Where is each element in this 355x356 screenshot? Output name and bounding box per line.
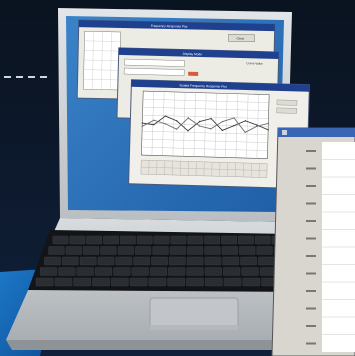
keyboard-key	[100, 246, 117, 255]
keyboard-key	[256, 246, 273, 255]
display-mode-field[interactable]	[124, 58, 185, 67]
tick-label-mark	[306, 325, 316, 327]
keyboard-key	[110, 277, 129, 287]
keyboard-key	[241, 267, 259, 276]
keyboard-key	[86, 235, 103, 245]
keyboard-key	[133, 256, 150, 266]
keyboard-key	[222, 256, 240, 266]
tick-label-mark	[306, 202, 316, 205]
keyboard-key	[254, 235, 271, 245]
keyboard-key	[153, 235, 170, 245]
keyboard-key	[187, 235, 204, 245]
keyboard-key	[135, 246, 152, 255]
keyboard-key	[54, 277, 73, 287]
keyboard-key	[221, 235, 237, 245]
window-title-frequency: Frequency Response Plot	[151, 24, 188, 29]
keyboard-key	[136, 235, 153, 245]
keyboard-key	[240, 256, 257, 266]
window-title-display-mode: Display Mode	[183, 52, 203, 57]
keyboard-key	[44, 256, 61, 266]
keyboard-key	[94, 267, 112, 276]
keyboard-key	[58, 267, 76, 276]
keyboard-key	[115, 256, 133, 266]
keyboard-key	[204, 277, 223, 287]
keyboard-key	[131, 267, 149, 276]
keyboard-key	[149, 267, 168, 276]
keyboard-key	[76, 267, 94, 276]
keyboard-key	[204, 246, 221, 255]
tick-label-mark	[306, 150, 316, 152]
tick-label-mark	[306, 307, 316, 310]
keyboard-key	[113, 267, 131, 276]
keyboard-key	[35, 277, 54, 287]
keyboard-key	[242, 277, 261, 287]
keyboard-key	[69, 235, 86, 245]
tick-label-mark	[306, 237, 316, 240]
keyboard-key	[92, 277, 110, 287]
keyboard-key	[83, 246, 100, 255]
keyboard-key	[167, 277, 186, 287]
keyboard-key	[186, 277, 204, 287]
tick-label-mark	[306, 167, 316, 170]
keyboard-key	[237, 235, 254, 245]
tick-label-mark	[306, 342, 316, 345]
keyboard-key	[117, 246, 134, 255]
keyboard-key	[73, 277, 91, 287]
keyboard-key	[152, 246, 169, 255]
keyboard-key	[187, 246, 204, 255]
keyboard-key	[204, 256, 222, 266]
keyboard-key	[170, 235, 187, 245]
close-button-label: Close	[236, 36, 244, 40]
keyboard-key	[62, 256, 79, 266]
keyboard-key	[40, 267, 58, 276]
laptop-photo: Frequency Response Plot Close Display Mo…	[0, 0, 355, 356]
tick-label-mark	[306, 220, 316, 222]
keyboard-key	[65, 246, 82, 255]
side-control-2[interactable]	[276, 107, 297, 114]
keyboard-key	[103, 235, 119, 245]
tick-label-mark	[306, 255, 316, 257]
keyboard-key	[168, 267, 186, 276]
keyboard-key	[221, 246, 238, 255]
touchpad	[149, 297, 239, 329]
side-control-1[interactable]	[276, 99, 298, 106]
keyboard-key	[97, 256, 115, 266]
keyboard-key	[119, 235, 136, 245]
keyboard-key	[239, 246, 256, 255]
keyboard-key	[52, 235, 69, 245]
keyboard-key	[204, 235, 221, 245]
curve-value-title: Curve Value	[246, 61, 263, 65]
display-mode-field-2[interactable]	[123, 67, 185, 76]
keyboard-key	[148, 277, 167, 287]
keyboard-key	[48, 246, 65, 255]
tick-label-mark	[306, 272, 316, 275]
keyboard-key	[129, 277, 148, 287]
tick-label-mark	[306, 290, 316, 292]
foreground-window[interactable]	[271, 127, 355, 356]
keyboard-key	[258, 256, 275, 266]
keyboard-key	[169, 246, 186, 255]
keyboard-key	[151, 256, 168, 266]
keyboard-key	[186, 267, 204, 276]
tick-label-mark	[306, 185, 316, 187]
keyboard-key	[186, 256, 204, 266]
marker-swatch	[188, 71, 199, 76]
photo-scene: Frequency Response Plot Close Display Mo…	[0, 0, 355, 356]
keyboard-key	[223, 277, 242, 287]
touchpad-buttons	[150, 325, 238, 330]
keyboard-key	[168, 256, 186, 266]
window-icon	[282, 130, 287, 135]
keyboard-key	[79, 256, 97, 266]
keyboard-key	[223, 267, 241, 276]
keyboard-key	[204, 267, 222, 276]
